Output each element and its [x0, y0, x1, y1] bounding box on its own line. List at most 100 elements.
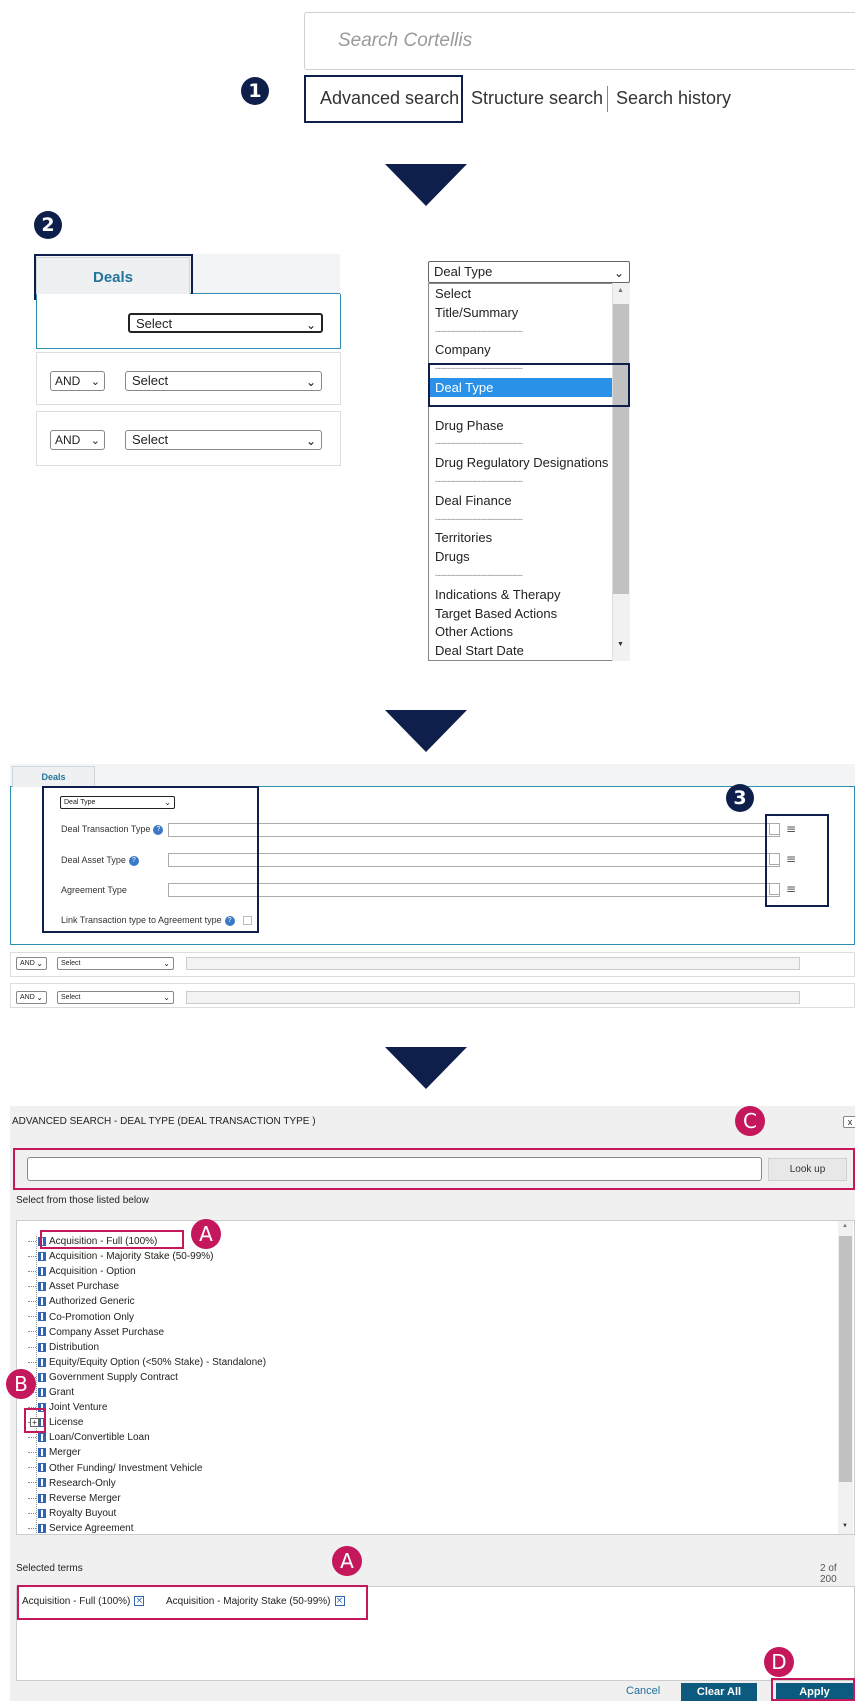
tree-item-label: Reverse Merger	[49, 1492, 121, 1504]
tree-connector	[28, 1240, 36, 1242]
advanced-search-link[interactable]: Advanced search	[320, 88, 459, 109]
scroll-down-icon[interactable]: ▼	[617, 641, 624, 648]
selected-count: 2 of 200	[820, 1563, 837, 1585]
operator-select[interactable]: AND ⌄	[16, 957, 47, 970]
tree-item[interactable]: Loan/Convertible Loan	[28, 1430, 150, 1445]
add-term-icon[interactable]	[38, 1282, 46, 1292]
dropdown-option[interactable]: Drug Regulatory Designations	[429, 453, 629, 472]
add-term-icon[interactable]	[38, 1327, 46, 1337]
tree-item[interactable]: Co-Promotion Only	[28, 1310, 134, 1325]
deal-transaction-type-input[interactable]	[168, 823, 780, 837]
search-input[interactable]: Search Cortellis	[304, 12, 855, 70]
dropdown-option[interactable]: Drug Phase	[429, 416, 629, 435]
dropdown-separator: -----------------------------------	[435, 325, 523, 336]
dropdown-option[interactable]: Indications & Therapy	[429, 585, 629, 604]
clear-all-button[interactable]: Clear All	[681, 1683, 757, 1701]
step-arrow-down-icon	[385, 164, 467, 206]
tree-connector	[28, 1316, 36, 1318]
add-term-icon[interactable]	[38, 1251, 46, 1261]
add-term-icon[interactable]	[38, 1267, 46, 1277]
cancel-button[interactable]: Cancel	[626, 1685, 660, 1697]
close-icon: x	[847, 1117, 853, 1127]
tree-item-label: Service Agreement	[49, 1522, 134, 1534]
tree-item[interactable]: Service Agreement	[28, 1521, 134, 1536]
tree-item[interactable]: Distribution	[28, 1340, 99, 1355]
field-select[interactable]: Select ⌄	[57, 957, 174, 970]
tree-scrollbar-thumb[interactable]	[839, 1236, 852, 1482]
tree-item[interactable]: Reverse Merger	[28, 1491, 121, 1506]
add-term-icon[interactable]	[38, 1433, 46, 1443]
field-select[interactable]: Select ⌄	[57, 991, 174, 1004]
add-term-icon[interactable]	[38, 1493, 46, 1503]
field-select-value: Select	[136, 316, 173, 331]
scroll-down-icon[interactable]: ▼	[842, 1523, 848, 1529]
criteria-value-input[interactable]	[186, 957, 800, 970]
add-term-icon[interactable]	[38, 1297, 46, 1307]
dropdown-option[interactable]: Territories	[429, 528, 629, 547]
add-term-icon[interactable]	[38, 1508, 46, 1518]
dropdown-option[interactable]: Deal Start Date	[429, 641, 629, 660]
field-dropdown[interactable]: Deal Type ⌄	[428, 261, 630, 283]
tree-item[interactable]: Asset Purchase	[28, 1279, 119, 1294]
search-history-link[interactable]: Search history	[616, 88, 731, 109]
dropdown-option[interactable]: Deal Finance	[429, 491, 629, 510]
dropdown-option[interactable]: Select	[429, 284, 629, 303]
add-term-icon[interactable]	[38, 1523, 46, 1533]
add-term-icon[interactable]	[38, 1448, 46, 1458]
agreement-type-input[interactable]	[168, 883, 780, 897]
tree-connector	[28, 1331, 36, 1333]
scroll-up-icon[interactable]: ▲	[842, 1223, 848, 1229]
tree-item[interactable]: Merger	[28, 1445, 81, 1460]
callout-badge-a: A	[191, 1219, 221, 1249]
tree-connector	[28, 1255, 36, 1257]
operator-select[interactable]: AND ⌄	[16, 991, 47, 1004]
tree-item[interactable]: Other Funding/ Investment Vehicle	[28, 1461, 202, 1476]
selected-terms-highlight	[17, 1585, 368, 1620]
callout-badge-c: C	[735, 1106, 765, 1136]
search-placeholder: Search Cortellis	[338, 30, 473, 51]
add-term-icon[interactable]	[38, 1372, 46, 1382]
add-term-icon[interactable]	[38, 1342, 46, 1352]
tree-item[interactable]: Acquisition - Majority Stake (50-99%)	[28, 1249, 214, 1264]
add-term-icon[interactable]	[38, 1312, 46, 1322]
field-select[interactable]: Select ⌄	[125, 430, 322, 450]
tree-item[interactable]: Research-Only	[28, 1476, 116, 1491]
add-term-icon[interactable]	[38, 1478, 46, 1488]
add-term-icon[interactable]	[38, 1463, 46, 1473]
tree-item-label: Joint Venture	[49, 1402, 108, 1414]
operator-value: AND	[55, 374, 81, 388]
lookup-icons-highlight	[765, 814, 829, 907]
tree-item[interactable]: Acquisition - Option	[28, 1264, 136, 1279]
tree-item[interactable]: Government Supply Contract	[28, 1370, 178, 1385]
scroll-up-icon[interactable]: ▲	[617, 287, 624, 294]
deal-asset-type-input[interactable]	[168, 853, 780, 867]
dropdown-option[interactable]: Company	[429, 340, 629, 359]
tree-item[interactable]: Company Asset Purchase	[28, 1325, 164, 1340]
add-term-icon[interactable]	[38, 1387, 46, 1397]
tab-deals[interactable]: Deals	[12, 766, 95, 788]
dropdown-option[interactable]: Drugs	[429, 547, 629, 566]
criteria-value-input[interactable]	[186, 991, 800, 1004]
tree-item[interactable]: Authorized Generic	[28, 1294, 135, 1309]
callout-badge-a: A	[332, 1546, 362, 1576]
dropdown-option[interactable]: Target Based Actions	[429, 604, 629, 623]
field-select[interactable]: Select ⌄	[125, 371, 322, 391]
operator-select[interactable]: AND ⌄	[50, 371, 105, 391]
dropdown-scrollbar-thumb[interactable]	[613, 304, 629, 594]
chevron-down-icon: ⌄	[163, 959, 170, 968]
tree-item[interactable]: Equity/Equity Option (<50% Stake) - Stan…	[28, 1355, 266, 1370]
structure-search-link[interactable]: Structure search	[471, 88, 603, 109]
tree-connector	[28, 1497, 36, 1499]
tree-item-label: Other Funding/ Investment Vehicle	[49, 1462, 203, 1474]
add-term-icon[interactable]	[38, 1357, 46, 1367]
tree-item[interactable]: Royalty Buyout	[28, 1506, 116, 1521]
field-select-value: Select	[61, 994, 81, 1001]
chevron-down-icon: ⌄	[36, 959, 43, 968]
close-button[interactable]: x	[843, 1116, 855, 1128]
deals-tab-bar	[10, 764, 855, 787]
dropdown-option[interactable]: Other Actions	[429, 622, 629, 641]
operator-select[interactable]: AND ⌄	[50, 430, 105, 450]
tree-item-label: Merger	[49, 1447, 81, 1459]
field-select[interactable]: Select ⌄	[128, 313, 323, 333]
dropdown-option[interactable]: Title/Summary	[429, 303, 629, 322]
